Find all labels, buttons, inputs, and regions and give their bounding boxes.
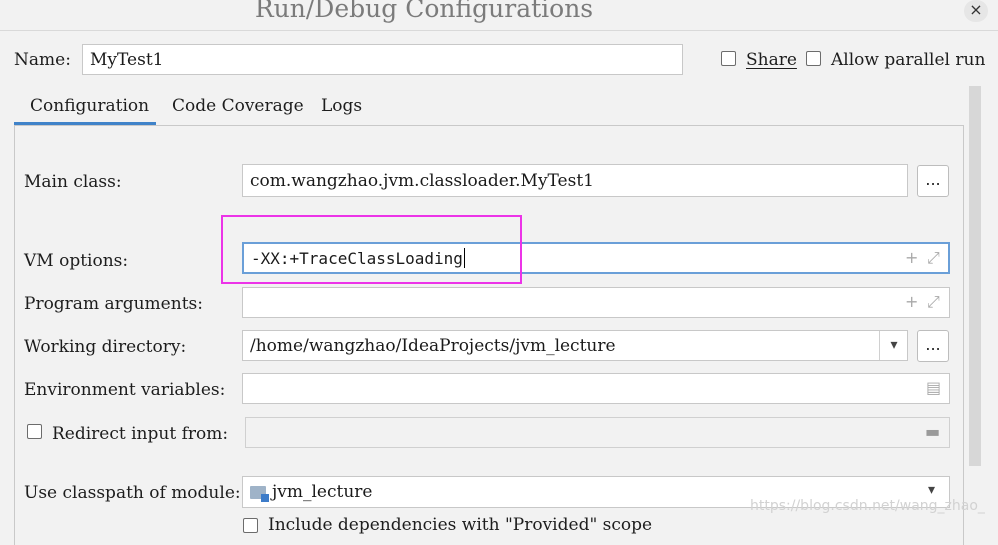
program-arguments-add-icon[interactable]: +: [905, 292, 918, 311]
allow-parallel-run-label: Allow parallel run: [831, 50, 986, 70]
environment-variables-edit-icon[interactable]: ▤: [926, 378, 941, 397]
program-arguments-label: Program arguments:: [24, 294, 203, 314]
name-input-value: MyTest1: [90, 49, 164, 70]
working-directory-value: /home/wangzhao/IdeaProjects/jvm_lecture: [250, 335, 616, 356]
name-input[interactable]: MyTest1: [82, 44, 683, 75]
title-divider: [0, 30, 998, 31]
dialog-title: Run/Debug Configurations: [254, 0, 594, 23]
redirect-input-field[interactable]: [245, 417, 950, 448]
environment-variables-label: Environment variables:: [24, 380, 226, 400]
working-directory-browse-button[interactable]: ...: [917, 330, 949, 362]
main-class-input[interactable]: com.wangzhao.jvm.classloader.MyTest1: [242, 164, 908, 197]
tab-logs[interactable]: Logs: [321, 96, 362, 116]
vm-options-label: VM options:: [24, 251, 129, 271]
program-arguments-expand-icon[interactable]: ⤢: [927, 292, 940, 312]
redirect-input-checkbox[interactable]: [27, 424, 42, 439]
share-label: Share: [746, 50, 797, 70]
close-icon: ×: [969, 0, 983, 19]
vm-options-add-icon[interactable]: +: [905, 248, 918, 267]
folder-icon[interactable]: ▬: [925, 422, 940, 441]
vm-options-expand-icon[interactable]: ⤢: [927, 248, 940, 268]
tab-configuration[interactable]: Configuration: [30, 96, 149, 116]
main-class-label: Main class:: [24, 172, 122, 192]
environment-variables-input[interactable]: [242, 373, 950, 404]
name-label: Name:: [14, 50, 71, 70]
main-class-value: com.wangzhao.jvm.classloader.MyTest1: [250, 170, 594, 191]
close-button[interactable]: ×: [964, 0, 988, 22]
redirect-input-label: Redirect input from:: [52, 424, 229, 444]
tab-code-coverage[interactable]: Code Coverage: [172, 96, 304, 116]
working-directory-dropdown-icon[interactable]: ▾: [879, 331, 908, 360]
module-icon: [250, 485, 269, 502]
annotation-highlight-box: [221, 215, 522, 284]
vertical-scrollbar[interactable]: [969, 86, 981, 466]
working-directory-input[interactable]: /home/wangzhao/IdeaProjects/jvm_lecture: [242, 330, 908, 361]
classpath-module-value: jvm_lecture: [272, 482, 373, 502]
classpath-module-dropdown-icon[interactable]: ▾: [928, 482, 935, 498]
working-directory-label: Working directory:: [24, 337, 187, 357]
share-checkbox[interactable]: [721, 51, 736, 66]
program-arguments-input[interactable]: [242, 287, 950, 318]
classpath-module-label: Use classpath of module:: [24, 483, 241, 503]
include-dependencies-label: Include dependencies with "Provided" sco…: [268, 515, 653, 535]
watermark: https://blog.csdn.net/wang_zhao_: [750, 498, 985, 514]
main-class-browse-button[interactable]: ...: [917, 165, 949, 197]
allow-parallel-run-checkbox[interactable]: [806, 51, 821, 66]
